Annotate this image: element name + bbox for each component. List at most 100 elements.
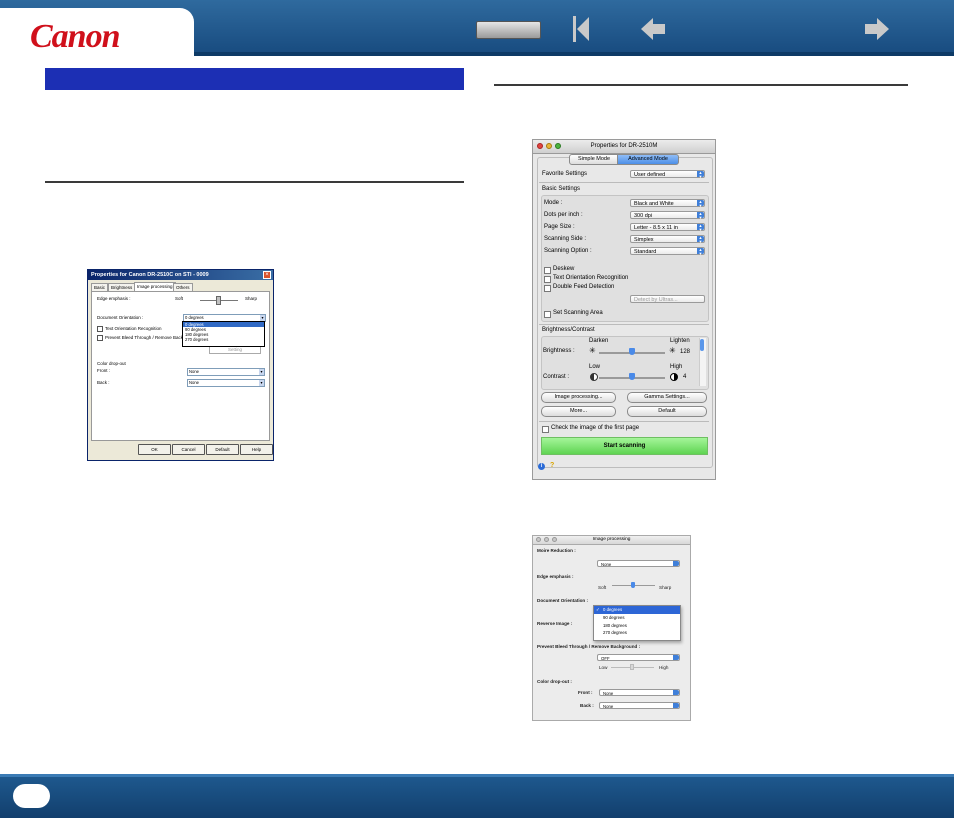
dpi-value: 300 dpi: [634, 213, 653, 219]
checkmark-icon: ✓: [596, 607, 600, 612]
mode-label: Mode :: [544, 200, 563, 206]
cancel-button[interactable]: Cancel: [172, 444, 205, 455]
brightness-slider-thumb[interactable]: [629, 348, 635, 355]
back-dropout-value: None: [603, 704, 614, 709]
divider: [539, 324, 709, 325]
brightness-contrast-heading: Brightness/Contrast: [542, 327, 595, 333]
high-label: High: [659, 665, 669, 670]
info-icon[interactable]: i: [538, 463, 545, 470]
image-processing-button[interactable]: Image processing...: [541, 392, 616, 403]
minimize-window-icon[interactable]: [546, 143, 552, 149]
reverse-image-label: Reverse Image :: [537, 621, 573, 626]
favorite-settings-select[interactable]: User defined ▲ ▼: [630, 170, 705, 179]
default-button[interactable]: Default: [627, 406, 707, 417]
simple-mode-tab[interactable]: Simple Mode: [569, 154, 619, 165]
edge-emphasis-thumb[interactable]: [631, 582, 635, 588]
orientation-dropdown-list[interactable]: ✓ 0 degrees 90 degrees 180 degrees 270 de…: [593, 605, 681, 641]
select-arrows-icon: ▲ ▼: [697, 211, 704, 220]
dialog-title: Properties for Canon DR-2510C on STI - 0…: [88, 270, 273, 280]
back-dropout-select[interactable]: None: [187, 379, 265, 387]
page-size-select[interactable]: Letter - 8.5 x 11 in ▲ ▼: [630, 223, 705, 232]
first-page-icon[interactable]: [566, 14, 596, 44]
select-arrows-icon: [673, 655, 679, 660]
zoom-window-icon[interactable]: [552, 537, 557, 542]
close-window-icon[interactable]: [537, 143, 543, 149]
mode-select[interactable]: Black and White ▲ ▼: [630, 199, 705, 208]
contents-button[interactable]: [476, 21, 541, 39]
brightness-contrast-group: [541, 336, 709, 390]
start-scanning-button[interactable]: Start scanning: [541, 437, 708, 455]
scanning-option-label: Scanning Option :: [544, 248, 592, 254]
default-button[interactable]: Default: [206, 444, 239, 455]
section-title-bar: [45, 68, 464, 90]
more-button[interactable]: More...: [541, 406, 616, 417]
help-button[interactable]: Help: [240, 444, 273, 455]
soft-label: Soft: [175, 296, 184, 301]
deskew-checkbox[interactable]: [544, 267, 551, 274]
contrast-slider-thumb[interactable]: [629, 373, 635, 380]
dpi-select[interactable]: 300 dpi ▲ ▼: [630, 211, 705, 220]
option-0-degrees[interactable]: ✓ 0 degrees: [594, 606, 680, 614]
text-orientation-checkbox[interactable]: [97, 326, 103, 332]
section-rule: [45, 181, 464, 183]
footer-bar: [0, 774, 954, 818]
edge-slider-thumb[interactable]: [216, 296, 221, 305]
bleed-slider-thumb[interactable]: [630, 664, 634, 670]
close-icon[interactable]: ×: [263, 271, 271, 279]
advanced-mode-tab[interactable]: Advanced Mode: [617, 154, 679, 165]
help-icon[interactable]: ?: [550, 462, 554, 469]
zoom-window-icon[interactable]: [555, 143, 561, 149]
double-feed-checkbox[interactable]: [544, 285, 551, 292]
color-dropout-label: Color drop-out: [97, 361, 126, 366]
moire-reduction-value: None: [601, 562, 612, 567]
contrast-low-icon: [590, 373, 598, 381]
scrollbar-thumb[interactable]: [700, 339, 704, 351]
minimize-window-icon[interactable]: [544, 537, 549, 542]
prevent-bleed-checkbox[interactable]: [97, 335, 103, 341]
gamma-settings-button[interactable]: Gamma Settings...: [627, 392, 707, 403]
footer-divider: [0, 774, 954, 777]
windows-properties-dialog: Properties for Canon DR-2510C on STI - 0…: [87, 269, 274, 461]
contrast-value: 4: [683, 374, 687, 380]
contrast-label: Contrast :: [543, 374, 570, 380]
scanning-option-select[interactable]: Standard ▲ ▼: [630, 247, 705, 256]
close-window-icon[interactable]: [536, 537, 541, 542]
back-label: Back :: [97, 380, 110, 385]
option-270-degrees[interactable]: 270 degrees: [594, 629, 680, 637]
detect-by-select[interactable]: Detect by Ultras...: [630, 295, 705, 303]
dpi-label: Dots per inch :: [544, 212, 583, 218]
option-270-degrees[interactable]: 270 degrees: [183, 337, 264, 342]
scanning-side-select[interactable]: Simplex ▲ ▼: [630, 235, 705, 244]
option-label: 0 degrees: [603, 607, 623, 612]
back-arrow-icon[interactable]: [638, 14, 668, 44]
moire-reduction-label: Moire Reduction :: [537, 548, 576, 553]
select-arrows-icon: ▲ ▼: [697, 199, 704, 208]
favorite-settings-label: Favorite Settings: [542, 171, 588, 177]
forward-arrow-icon[interactable]: [862, 14, 892, 44]
prevent-bleed-select[interactable]: OFF: [597, 654, 680, 661]
front-dropout-select[interactable]: None: [187, 368, 265, 376]
set-scanning-area-label: Set Scanning Area: [553, 310, 603, 316]
front-dropout-select[interactable]: None: [599, 689, 680, 696]
ok-button[interactable]: OK: [138, 444, 171, 455]
scanning-side-value: Simplex: [634, 237, 654, 243]
back-dropout-select[interactable]: None: [599, 702, 680, 709]
select-arrows-icon: ▲ ▼: [697, 223, 704, 232]
moire-reduction-select[interactable]: None: [597, 560, 680, 567]
check-first-page-checkbox[interactable]: [542, 426, 549, 433]
contrast-high-icon: [670, 373, 678, 381]
orientation-dropdown-list[interactable]: 0 degrees 90 degrees 180 degrees 270 deg…: [182, 321, 265, 347]
sun-light-icon: ✳: [669, 346, 676, 355]
text-orientation-label: Text Orientation Recognition: [553, 275, 629, 281]
text-orientation-label: Text Orientation Recognition: [105, 326, 162, 331]
sharp-label: Sharp: [245, 296, 258, 301]
sun-dark-icon: ✳: [589, 346, 596, 355]
scanning-option-value: Standard: [634, 249, 657, 255]
option-90-degrees[interactable]: 90 degrees: [594, 614, 680, 622]
option-180-degrees[interactable]: 180 degrees: [594, 622, 680, 630]
text-orientation-checkbox[interactable]: [544, 276, 551, 283]
prevent-bleed-value: OFF: [601, 656, 610, 661]
prevent-bleed-label: Prevent Bleed Through / Remove Backgroun…: [537, 644, 641, 649]
check-first-page-label: Check the image of the first page: [551, 425, 640, 431]
set-scanning-area-checkbox[interactable]: [544, 311, 551, 318]
